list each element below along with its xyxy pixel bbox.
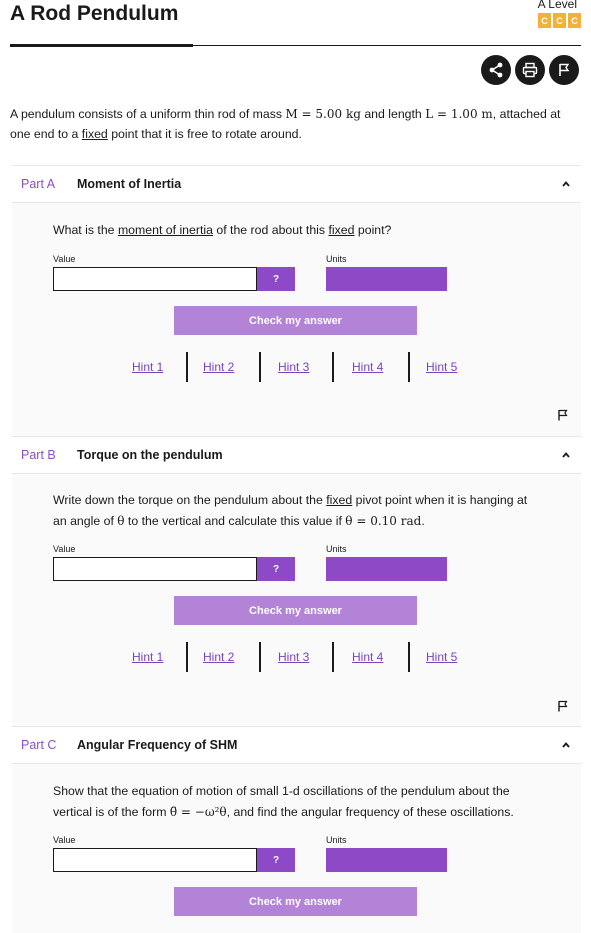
share-button[interactable]	[481, 55, 511, 85]
value-label: Value	[53, 835, 76, 845]
question-text: What is the	[53, 223, 118, 237]
value-label: Value	[53, 544, 76, 554]
math-shm-equation: θ̈ = −ω²θ	[169, 805, 227, 819]
intro-text: point that it is free to rotate around.	[107, 127, 302, 141]
question-text: of the rod about this	[212, 223, 329, 237]
question-text: .	[421, 514, 425, 528]
question-text: Write down the torque on the pendulum ab…	[53, 493, 327, 507]
action-icons	[481, 55, 579, 85]
hint-link-4[interactable]: Hint 4	[352, 360, 383, 374]
value-label: Value	[53, 254, 76, 264]
chevron-up-icon	[562, 742, 570, 748]
hint-separator	[332, 642, 334, 672]
chevron-up-icon	[562, 181, 570, 187]
math-mass: M = 5.00 kg	[285, 107, 361, 121]
title-underline	[10, 44, 193, 47]
hint-link-2[interactable]: Hint 2	[203, 650, 234, 664]
hint-separator	[259, 352, 261, 382]
math-length: L = 1.00 m	[425, 107, 493, 121]
hint-link-5[interactable]: Hint 5	[426, 360, 457, 374]
intro-text: and length	[360, 107, 426, 121]
title-rule	[193, 45, 581, 46]
question-text: to the vertical and calculate this value…	[124, 514, 346, 528]
page-title: A Rod Pendulum	[10, 2, 179, 25]
difficulty-badge: C	[538, 13, 551, 28]
glossary-link-moment-of-inertia[interactable]: moment of inertia	[118, 223, 213, 237]
part-c-header[interactable]: Part C Angular Frequency of SHM	[12, 726, 581, 764]
help-button[interactable]: ?	[257, 557, 295, 581]
hint-link-3[interactable]: Hint 3	[278, 360, 309, 374]
level-label: A Level	[537, 0, 577, 11]
part-a-question: What is the moment of inertia of the rod…	[53, 220, 543, 241]
part-title: Moment of Inertia	[77, 177, 182, 191]
flag-icon[interactable]	[557, 700, 569, 712]
part-title: Angular Frequency of SHM	[77, 738, 238, 752]
flag-icon	[559, 63, 570, 76]
flag-icon[interactable]	[557, 409, 569, 421]
part-b-header[interactable]: Part B Torque on the pendulum	[12, 436, 581, 474]
hint-separator	[408, 642, 410, 672]
math-theta: θ	[117, 514, 125, 528]
hint-separator	[186, 352, 188, 382]
intro-text: A pendulum consists of a uniform thin ro…	[10, 107, 286, 121]
part-label: Part B	[21, 448, 56, 462]
units-select[interactable]	[326, 848, 447, 872]
hint-bar: Hint 1 Hint 2 Hint 3 Hint 4 Hint 5	[116, 352, 476, 382]
hint-link-1[interactable]: Hint 1	[132, 650, 163, 664]
problem-statement: A pendulum consists of a uniform thin ro…	[10, 104, 580, 144]
hint-link-2[interactable]: Hint 2	[203, 360, 234, 374]
question-text: point?	[354, 223, 392, 237]
help-button[interactable]: ?	[257, 848, 295, 872]
value-input[interactable]	[53, 267, 257, 291]
report-button[interactable]	[549, 55, 579, 85]
part-title: Torque on the pendulum	[77, 448, 223, 462]
units-select[interactable]	[326, 267, 447, 291]
part-label: Part C	[21, 738, 57, 752]
check-answer-button[interactable]: Check my answer	[174, 887, 417, 916]
glossary-link-fixed[interactable]: fixed	[82, 127, 108, 141]
help-button[interactable]: ?	[257, 267, 295, 291]
check-answer-button[interactable]: Check my answer	[174, 306, 417, 335]
difficulty-badge: C	[553, 13, 566, 28]
hint-separator	[408, 352, 410, 382]
difficulty-badge: C	[568, 13, 581, 28]
hint-link-3[interactable]: Hint 3	[278, 650, 309, 664]
value-input[interactable]	[53, 557, 257, 581]
check-answer-button[interactable]: Check my answer	[174, 596, 417, 625]
math-theta-value: θ = 0.10 rad	[345, 514, 422, 528]
hint-bar: Hint 1 Hint 2 Hint 3 Hint 4 Hint 5	[116, 642, 476, 672]
units-label: Units	[326, 254, 347, 264]
hint-separator	[259, 642, 261, 672]
hint-link-5[interactable]: Hint 5	[426, 650, 457, 664]
units-label: Units	[326, 835, 347, 845]
hint-link-4[interactable]: Hint 4	[352, 650, 383, 664]
hint-separator	[332, 352, 334, 382]
share-icon	[489, 62, 503, 78]
glossary-link-fixed[interactable]: fixed	[328, 223, 354, 237]
hint-link-1[interactable]: Hint 1	[132, 360, 163, 374]
print-button[interactable]	[515, 55, 545, 85]
glossary-link-fixed[interactable]: fixed	[326, 493, 352, 507]
units-label: Units	[326, 544, 347, 554]
part-label: Part A	[21, 177, 56, 191]
units-select[interactable]	[326, 557, 447, 581]
part-a-header[interactable]: Part A Moment of Inertia	[12, 165, 581, 203]
difficulty-badges: C C C	[538, 13, 581, 28]
hint-separator	[186, 642, 188, 672]
question-text: , and find the angular frequency of thes…	[226, 805, 514, 819]
value-input[interactable]	[53, 848, 257, 872]
part-b-question: Write down the torque on the pendulum ab…	[53, 490, 543, 532]
chevron-up-icon	[562, 452, 570, 458]
print-icon	[522, 62, 538, 78]
part-c-question: Show that the equation of motion of smal…	[53, 781, 543, 823]
